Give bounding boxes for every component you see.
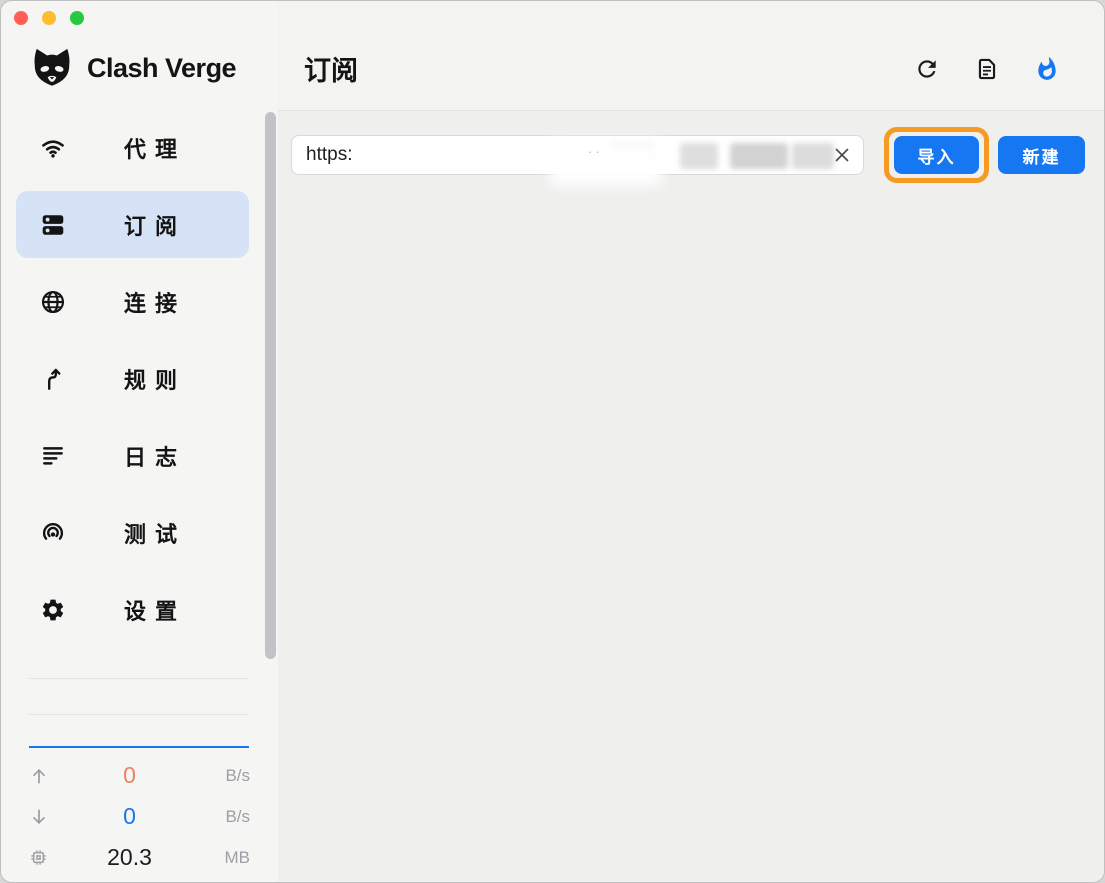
app-title: Clash Verge <box>87 53 236 84</box>
upload-speed-value: 0 <box>55 762 204 789</box>
profiles-icon <box>40 212 66 238</box>
graph-traffic-line <box>29 746 249 748</box>
sidebar-scrollbar[interactable] <box>265 112 276 659</box>
sidebar-item-label: 代理 <box>66 132 249 164</box>
close-icon <box>833 146 851 164</box>
import-button-highlight: 导入 <box>884 127 989 183</box>
clear-url-button[interactable] <box>829 142 855 168</box>
main-panel: 订阅 <box>278 1 1104 882</box>
sidebar-item-label: 设置 <box>66 594 249 626</box>
globe-icon <box>40 289 66 315</box>
gear-icon <box>40 597 66 623</box>
close-window-button[interactable] <box>14 11 28 25</box>
sidebar-item-proxy[interactable]: 代理 <box>16 114 249 181</box>
import-button[interactable]: 导入 <box>894 136 979 174</box>
refresh-icon <box>914 56 940 82</box>
arrow-up-icon <box>29 766 55 786</box>
sidebar-item-test[interactable]: 测试 <box>16 499 249 566</box>
fork-icon <box>40 366 66 392</box>
window-controls <box>14 11 84 25</box>
upload-stat-row: 0 B/s <box>29 755 250 796</box>
zoom-window-button[interactable] <box>70 11 84 25</box>
arrow-down-icon <box>29 807 55 827</box>
logs-icon <box>40 443 66 469</box>
broadcast-icon <box>40 520 66 546</box>
view-runtime-config-button[interactable] <box>974 56 1000 82</box>
memory-chip-icon <box>29 848 55 867</box>
sidebar-item-label: 连接 <box>66 286 249 318</box>
sidebar-nav: 代理 订阅 <box>1 114 278 653</box>
header-actions <box>914 56 1060 82</box>
download-speed-value: 0 <box>55 803 204 830</box>
download-speed-unit: B/s <box>204 807 250 827</box>
page-header: 订阅 <box>278 1 1104 111</box>
url-input-wrapper: ·· <box>291 135 864 175</box>
upload-speed-unit: B/s <box>204 766 250 786</box>
traffic-graph <box>29 678 249 748</box>
cat-logo-icon <box>29 45 75 91</box>
memory-usage-unit: MB <box>204 848 250 868</box>
subscription-url-input[interactable] <box>292 136 863 174</box>
minimize-window-button[interactable] <box>42 11 56 25</box>
memory-usage-value: 20.3 <box>55 844 204 871</box>
sidebar-item-rules[interactable]: 规则 <box>16 345 249 412</box>
memory-stat-row: 20.3 MB <box>29 837 250 878</box>
graph-gridline <box>29 714 249 715</box>
sidebar-item-profiles[interactable]: 订阅 <box>16 191 249 258</box>
new-profile-button[interactable]: 新建 <box>998 136 1085 174</box>
refresh-all-button[interactable] <box>914 56 940 82</box>
flame-icon <box>1034 56 1060 82</box>
sidebar-item-label: 日志 <box>66 440 249 472</box>
sidebar-item-logs[interactable]: 日志 <box>16 422 249 489</box>
sidebar-item-settings[interactable]: 设置 <box>16 576 249 643</box>
enhance-profiles-button[interactable] <box>1034 56 1060 82</box>
app-logo: Clash Verge <box>29 45 278 91</box>
sidebar-item-label: 测试 <box>66 517 249 549</box>
page-title: 订阅 <box>304 49 358 88</box>
sidebar-item-label: 订阅 <box>66 209 249 241</box>
sidebar-item-label: 规则 <box>66 363 249 395</box>
profile-import-toolbar: ·· 导入 新建 <box>278 111 1104 183</box>
download-stat-row: 0 B/s <box>29 796 250 837</box>
wifi-icon <box>40 135 66 161</box>
sidebar: Clash Verge 代理 <box>1 1 278 882</box>
document-icon <box>974 56 1000 82</box>
sidebar-item-connections[interactable]: 连接 <box>16 268 249 335</box>
app-window: Clash Verge 代理 <box>0 0 1105 883</box>
traffic-stats: 0 B/s 0 B/s 20.3 MB <box>29 755 250 878</box>
profiles-empty-area <box>278 183 1104 882</box>
